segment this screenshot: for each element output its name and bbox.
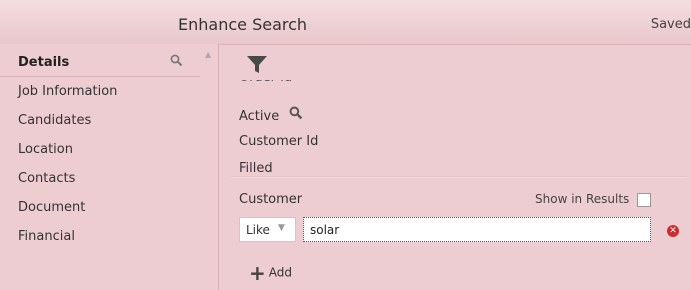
search-icon[interactable] (170, 54, 183, 70)
header-bar: Enhance Search Saved (0, 0, 691, 45)
filter-icon[interactable] (247, 56, 267, 78)
sidebar-item-document[interactable]: Document (18, 198, 117, 227)
field-active[interactable]: Active (239, 106, 303, 124)
sidebar-header: Details (0, 46, 200, 77)
field-filled[interactable]: Filled (239, 161, 273, 176)
plus-icon: + (249, 261, 266, 285)
add-criterion-button[interactable]: + Add (249, 261, 292, 285)
field-customer-id[interactable]: Customer Id (239, 134, 318, 149)
show-in-results-label: Show in Results (535, 192, 630, 206)
sidebar-heading: Details (18, 55, 70, 70)
operator-select[interactable]: Like ▼ (239, 217, 296, 242)
field-active-label: Active (239, 109, 280, 124)
sidebar-scrollbar[interactable]: ▲ (203, 50, 215, 290)
operator-value: Like (246, 223, 270, 237)
section-divider (231, 176, 687, 178)
sidebar-list: Job Information Candidates Location Cont… (18, 82, 117, 256)
add-button-label: Add (268, 265, 292, 280)
sidebar-item-location[interactable]: Location (18, 140, 117, 169)
field-order-id[interactable]: Order Id (239, 80, 292, 86)
show-in-results[interactable]: Show in Results (535, 192, 652, 207)
sidebar-item-candidates[interactable]: Candidates (18, 111, 117, 140)
scroll-up-icon[interactable]: ▲ (205, 50, 211, 59)
sidebar: Details ▲ Job Information Candidates Loc… (0, 44, 218, 290)
show-in-results-checkbox[interactable] (637, 192, 652, 207)
chevron-down-icon[interactable]: ▼ (278, 223, 285, 233)
sidebar-item-financial[interactable]: Financial (18, 227, 117, 256)
saved-status: Saved (650, 17, 691, 32)
remove-criterion-icon[interactable]: ✕ (667, 225, 679, 237)
search-icon[interactable] (289, 106, 303, 123)
page-title: Enhance Search (178, 15, 308, 34)
criterion-value-input[interactable] (303, 217, 651, 242)
sidebar-item-job-information[interactable]: Job Information (18, 82, 117, 111)
criterion-field-label: Customer (239, 192, 303, 207)
main-panel: Order Id Active Customer Id Filled Custo… (219, 44, 691, 290)
sidebar-item-contacts[interactable]: Contacts (18, 169, 117, 198)
